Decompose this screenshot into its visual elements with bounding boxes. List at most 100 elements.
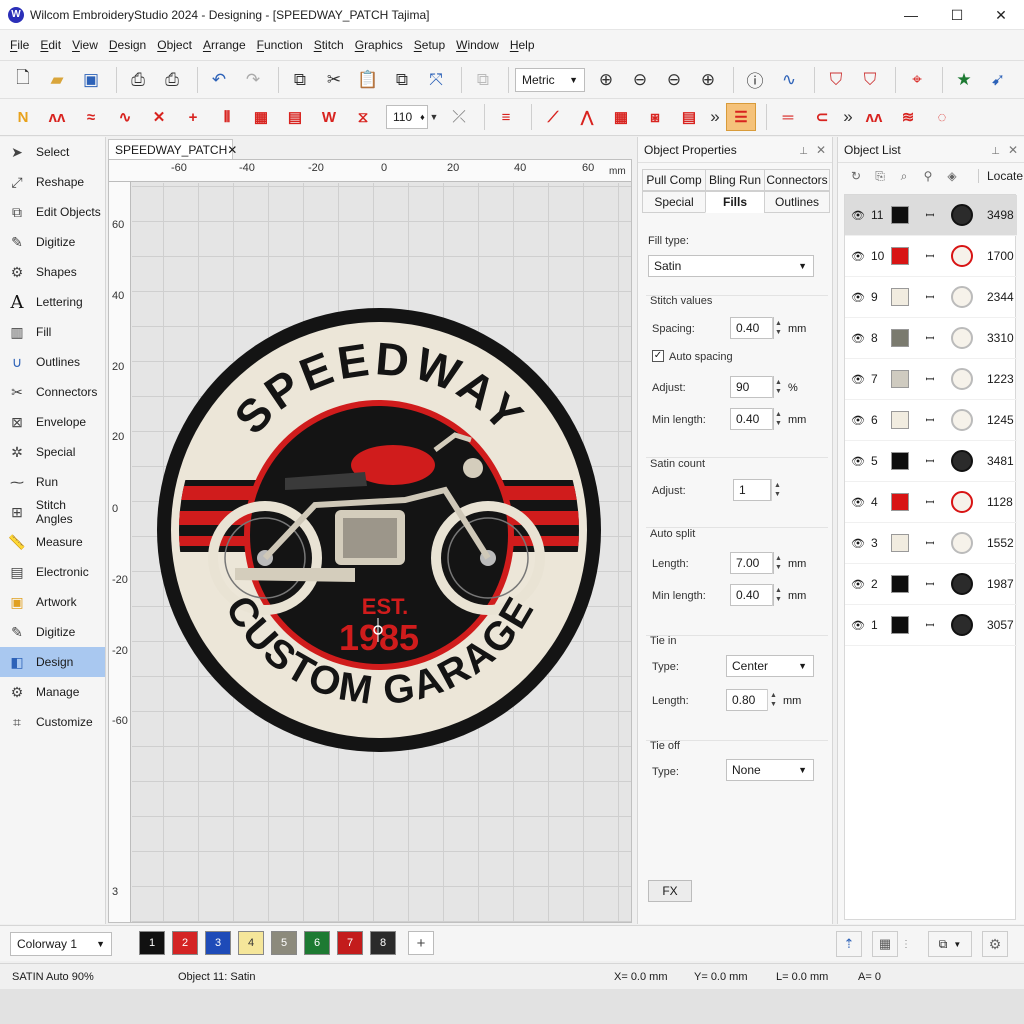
sidebar-item-special[interactable]: ✲ Special bbox=[0, 437, 105, 467]
speedway-patch-artwork[interactable]: SPEEDWAY CUSTOM GARAGE EST. 1985 bbox=[155, 300, 603, 760]
document-tab[interactable]: SPEEDWAY_PATCH ✕ bbox=[108, 139, 237, 159]
sidebar-item-stitch-angles[interactable]: ⊞ Stitch Angles bbox=[0, 497, 105, 527]
star-icon[interactable]: ★ bbox=[949, 66, 979, 94]
show-artwork-icon[interactable]: ⛉ bbox=[855, 66, 885, 94]
object-list-row[interactable]: 👁 9 ꟷ 2344 bbox=[845, 277, 1017, 318]
eye-icon[interactable]: 👁 bbox=[845, 496, 871, 509]
trapunto-icon[interactable]: ⧖ bbox=[348, 103, 378, 131]
adjust-spinner-icon[interactable]: ▲ ▼ bbox=[772, 376, 784, 398]
sidebar-item-digitize-2[interactable]: ✎ Digitize bbox=[0, 617, 105, 647]
spacing-spinner-icon[interactable]: ▲ ▼ bbox=[772, 317, 784, 339]
units-select[interactable]: Metric ▼ bbox=[515, 67, 585, 92]
more-options-icon[interactable]: ⋮ bbox=[898, 931, 914, 957]
satin-stitch-icon[interactable]: N bbox=[8, 103, 38, 131]
tab-connectors[interactable]: Connectors bbox=[764, 169, 830, 191]
menu-stitch[interactable]: Stitch bbox=[314, 38, 344, 52]
color-chip[interactable]: 4 bbox=[238, 931, 264, 955]
pin-icon[interactable]: ⊥ bbox=[799, 146, 808, 157]
lattice-icon[interactable]: ⧆ bbox=[640, 103, 670, 131]
target-icon[interactable]: ⌖ bbox=[902, 66, 932, 94]
sidebar-item-lettering[interactable]: A Lettering bbox=[0, 287, 105, 317]
connector-icon[interactable]: ⊂ bbox=[807, 103, 837, 131]
open-folder-icon[interactable]: ▰ bbox=[42, 66, 72, 94]
undo-icon[interactable]: ↶ bbox=[204, 66, 234, 94]
add-color-button[interactable]: + bbox=[408, 931, 434, 955]
visibility-icon[interactable]: ◈ bbox=[940, 169, 964, 183]
split-length-spinner-icon[interactable]: ▲ ▼ bbox=[772, 552, 784, 574]
sidebar-item-measure[interactable]: 📏 Measure bbox=[0, 527, 105, 557]
sidebar-item-connectors[interactable]: ✂ Connectors bbox=[0, 377, 105, 407]
menu-edit[interactable]: Edit bbox=[40, 38, 61, 52]
maximize-button[interactable]: ☐ bbox=[934, 0, 980, 30]
w-stitch-icon[interactable]: W bbox=[314, 103, 344, 131]
object-list-row[interactable]: 👁 1 ꟷ 3057 bbox=[845, 605, 1017, 646]
sidebar-item-manage[interactable]: ⚙ Manage bbox=[0, 677, 105, 707]
menu-window[interactable]: Window bbox=[456, 38, 499, 52]
sidebar-item-fill[interactable]: ▥ Fill bbox=[0, 317, 105, 347]
colorway-select[interactable]: Colorway 1 ▼ bbox=[10, 932, 112, 956]
sidebar-item-shapes[interactable]: ⚙ Shapes bbox=[0, 257, 105, 287]
show-design-icon[interactable]: ⛉ bbox=[821, 66, 851, 94]
sidebar-item-outlines[interactable]: ∪ Outlines bbox=[0, 347, 105, 377]
color-chip[interactable]: 1 bbox=[139, 931, 165, 955]
sidebar-item-customize[interactable]: ⌗ Customize bbox=[0, 707, 105, 737]
wave-stitch-icon[interactable]: ∿ bbox=[110, 103, 140, 131]
color-tool-icon[interactable]: ⇡ bbox=[836, 931, 862, 957]
sidebar-item-edit-objects[interactable]: ⧉ Edit Objects bbox=[0, 197, 105, 227]
zigzag-outline-icon[interactable]: ʌʌ bbox=[859, 103, 889, 131]
crosshair-icon[interactable]: + bbox=[178, 103, 208, 131]
grid-view-icon[interactable]: ▦ bbox=[872, 931, 898, 957]
object-list-row[interactable]: 👁 8 ꟷ 3310 bbox=[845, 318, 1017, 359]
search-icon[interactable]: ⌕ bbox=[892, 169, 916, 184]
tab-pull-comp[interactable]: Pull Comp bbox=[642, 169, 706, 191]
close-icon[interactable]: ✕ bbox=[816, 143, 826, 157]
split-length-input[interactable]: 7.00 bbox=[730, 552, 774, 574]
split-min-length-input[interactable]: 0.40 bbox=[730, 584, 774, 606]
sidebar-item-design[interactable]: ◧ Design bbox=[0, 647, 105, 677]
tab-bling-run[interactable]: Bling Run bbox=[705, 169, 765, 191]
object-list-row[interactable]: 👁 3 ꟷ 1552 bbox=[845, 523, 1017, 564]
adjust-input[interactable]: 90 bbox=[730, 376, 774, 398]
refresh-icon[interactable]: ↻ bbox=[844, 169, 868, 183]
print-icon[interactable]: ⎙ bbox=[123, 66, 153, 94]
color-chip[interactable]: 7 bbox=[337, 931, 363, 955]
pattern-icon[interactable]: ▤ bbox=[674, 103, 704, 131]
align-icon[interactable]: ≡ bbox=[491, 103, 521, 131]
eye-icon[interactable]: 👁 bbox=[845, 373, 871, 386]
color-chip[interactable]: 5 bbox=[271, 931, 297, 955]
duplicate-icon[interactable]: ⧉ bbox=[387, 66, 417, 94]
tab-fills[interactable]: Fills bbox=[705, 191, 765, 213]
pin-icon[interactable]: ⊥ bbox=[991, 146, 1000, 157]
zoom-box-icon[interactable]: ⊕ bbox=[693, 66, 723, 94]
object-list-row[interactable]: 👁 7 ꟷ 1223 bbox=[845, 359, 1017, 400]
eye-icon[interactable]: 👁 bbox=[845, 291, 871, 304]
menu-function[interactable]: Function bbox=[257, 38, 303, 52]
close-button[interactable]: ✕ bbox=[978, 0, 1024, 30]
fill-grid-icon[interactable]: ▦ bbox=[606, 103, 636, 131]
pointer-tool-icon[interactable]: ➹ bbox=[983, 66, 1013, 94]
menu-file[interactable]: File bbox=[10, 38, 29, 52]
motif-icon[interactable]: ▤ bbox=[280, 103, 310, 131]
chevron-down-icon[interactable]: ▼ bbox=[428, 103, 440, 131]
wave-outline-icon[interactable]: ≋ bbox=[893, 103, 923, 131]
object-list-row[interactable]: 👁 10 ꟷ 1700 bbox=[845, 236, 1017, 277]
satin-adjust-input[interactable]: 1 bbox=[733, 479, 771, 501]
object-list-row[interactable]: 👁 11 ꟷ 3498 bbox=[845, 195, 1017, 236]
tie-in-length-input[interactable]: 0.80 bbox=[726, 689, 768, 711]
sidebar-item-artwork[interactable]: ▣ Artwork bbox=[0, 587, 105, 617]
tie-off-type-select[interactable]: None ▼ bbox=[726, 759, 814, 781]
eye-icon[interactable]: 👁 bbox=[845, 250, 871, 263]
color-chip[interactable]: 2 bbox=[172, 931, 198, 955]
save-icon[interactable]: ▣ bbox=[76, 66, 106, 94]
close-tab-icon[interactable]: ✕ bbox=[227, 143, 237, 157]
menu-arrange[interactable]: Arrange bbox=[203, 38, 246, 52]
info-icon[interactable]: ⓘ bbox=[740, 66, 770, 94]
fill-type-select[interactable]: Satin ▼ bbox=[648, 255, 814, 277]
view-mode-dropdown[interactable]: ⧉ ▼ bbox=[928, 931, 972, 957]
object-list-row[interactable]: 👁 5 ꟷ 3481 bbox=[845, 441, 1017, 482]
mirror-icon[interactable]: ⤧ bbox=[421, 66, 451, 94]
menu-view[interactable]: View bbox=[72, 38, 98, 52]
line-tool-icon[interactable]: ⟋ bbox=[538, 103, 568, 131]
menu-design[interactable]: Design bbox=[109, 38, 146, 52]
object-list-row[interactable]: 👁 2 ꟷ 1987 bbox=[845, 564, 1017, 605]
